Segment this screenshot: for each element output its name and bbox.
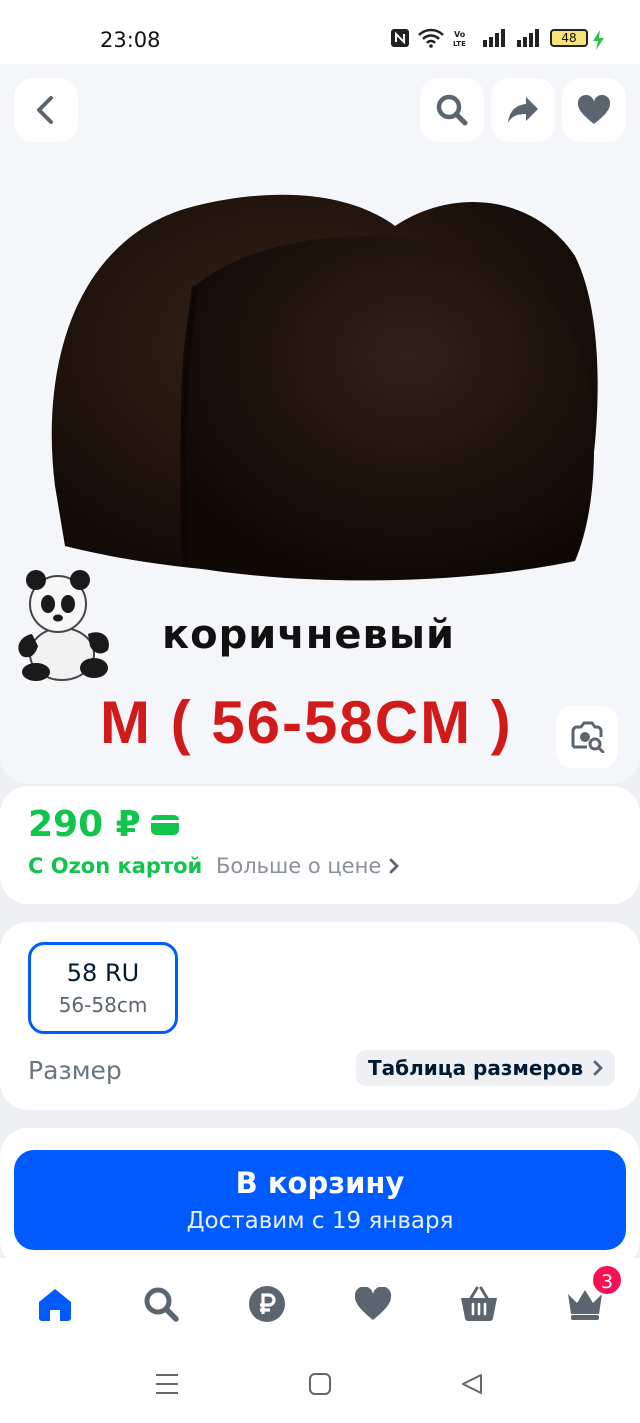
more-about-price-link[interactable]: Больше о цене xyxy=(216,854,400,878)
image-search-button[interactable] xyxy=(556,706,618,768)
wifi-icon xyxy=(418,28,444,48)
chevron-right-icon xyxy=(593,1060,604,1076)
back-triangle-icon[interactable] xyxy=(460,1372,484,1396)
tab-cart[interactable] xyxy=(455,1280,503,1328)
image-caption-size: M ( 56-58CM ) xyxy=(100,689,513,756)
size-table-button[interactable]: Таблица размеров xyxy=(356,1050,616,1086)
price-card: 290 ₽ С Ozon картой Больше о цене xyxy=(0,786,640,904)
tab-finance[interactable] xyxy=(243,1280,291,1328)
back-icon xyxy=(37,96,53,124)
menu-icon[interactable] xyxy=(154,1372,180,1396)
tab-search[interactable] xyxy=(137,1280,185,1328)
product-gallery[interactable]: коричневый M ( 56-58CM ) xyxy=(0,64,640,784)
search-icon xyxy=(436,94,468,126)
size-option-sub: 56-58cm xyxy=(58,993,148,1017)
svg-text:Vo: Vo xyxy=(454,30,466,39)
size-option-selected[interactable]: 58 RU 56-58cm xyxy=(28,942,178,1034)
svg-text:LTE: LTE xyxy=(453,40,466,48)
nfc-icon xyxy=(391,29,409,47)
notification-badge: 3 xyxy=(591,1264,623,1296)
tab-favorites[interactable] xyxy=(349,1280,397,1328)
image-search-icon xyxy=(571,721,605,753)
status-bar: 23:08 Vo LTE 48 xyxy=(0,0,640,64)
favorite-button[interactable] xyxy=(562,78,626,142)
heart-icon xyxy=(354,1287,392,1320)
bottom-tab-bar: 3 xyxy=(0,1258,640,1348)
home-icon xyxy=(39,1289,71,1321)
back-button[interactable] xyxy=(14,78,78,142)
more-about-price-label: Больше о цене xyxy=(216,854,382,878)
battery-icon: 48 xyxy=(550,29,588,47)
system-navigation-bar xyxy=(0,1348,640,1423)
price-row: 290 ₽ xyxy=(28,804,179,845)
size-table-label: Таблица размеров xyxy=(368,1056,584,1080)
delivery-date-label: Доставим с 19 января xyxy=(186,1208,454,1234)
product-image-hat xyxy=(51,194,598,581)
share-icon xyxy=(508,97,538,123)
ozon-card-label: С Ozon картой xyxy=(28,854,203,878)
search-button[interactable] xyxy=(420,78,484,142)
image-caption-color: коричневый xyxy=(162,612,456,658)
tab-profile[interactable]: 3 xyxy=(561,1264,623,1328)
volte-icon: VoLTE xyxy=(453,30,466,48)
price-value: 290 ₽ xyxy=(28,804,141,845)
tab-home[interactable] xyxy=(31,1280,79,1328)
panda-logo xyxy=(18,570,109,681)
add-to-cart-button[interactable]: В корзину Доставим с 19 января xyxy=(14,1150,626,1250)
search-icon xyxy=(144,1287,179,1322)
size-label: Размер xyxy=(28,1056,122,1085)
ruble-icon xyxy=(249,1286,285,1322)
size-card: 58 RU 56-58cm Размер Таблица размеров xyxy=(0,922,640,1110)
ozon-card-icon xyxy=(150,814,179,835)
share-button[interactable] xyxy=(491,78,555,142)
heart-icon xyxy=(577,95,611,124)
signal-icon xyxy=(517,29,539,47)
add-to-cart-label: В корзину xyxy=(235,1166,405,1200)
home-square-icon[interactable] xyxy=(308,1372,332,1396)
size-option-value: 58 RU xyxy=(66,959,140,987)
charging-icon xyxy=(593,30,604,50)
basket-icon xyxy=(461,1286,497,1321)
chevron-right-icon xyxy=(389,858,400,874)
status-time: 23:08 xyxy=(100,28,161,52)
status-icons: Vo LTE 48 xyxy=(390,28,588,48)
signal-icon xyxy=(483,29,505,47)
